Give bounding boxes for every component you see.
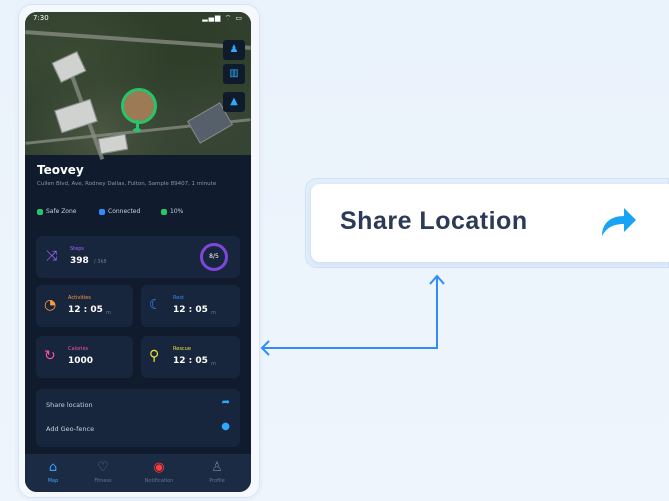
map-building [51, 51, 87, 83]
steps-progress-ring: 8/5 [200, 243, 228, 271]
calories-card[interactable]: ↻ Calories 1000 [36, 336, 133, 378]
safe-zone-status: Safe Zone [37, 208, 76, 215]
rescue-unit: m [211, 361, 216, 367]
map-view[interactable]: 7:30 ▂▄▆ ⌔ ▭ ♟ ▥ ▲ [25, 12, 251, 160]
navigate-icon[interactable]: ▲ [223, 92, 245, 112]
phone-screen: 7:30 ▂▄▆ ⌔ ▭ ♟ ▥ ▲ Teovey Cullen Blvd, A… [25, 12, 251, 492]
pin-dot [133, 128, 141, 132]
rest-value: 12 : 05 [173, 305, 208, 315]
pet-name: Teovey [37, 163, 84, 177]
steps-card[interactable]: ⤨ Steps 398 / 3k8 8/5 [36, 236, 240, 278]
nav-notification[interactable]: ◉ Notification [139, 460, 179, 484]
map-building [97, 133, 129, 155]
rescue-card[interactable]: ⚲ Rescue 12 : 05 m [141, 336, 240, 378]
nav-profile[interactable]: ♙ Profile [197, 460, 237, 484]
nav-notification-label: Notification [144, 478, 174, 484]
actions-menu: Share location ➦ Add Geo-fence ● [36, 389, 240, 447]
rescue-icon: ⚲ [149, 348, 160, 364]
activities-unit: m [106, 310, 111, 316]
share-location-label: Share location [46, 401, 93, 409]
bottom-nav: ⌂ Map ♡ Fitness ◉ Notification ♙ Profile [25, 454, 251, 492]
battery-icon [161, 208, 167, 215]
safe-zone-icon [37, 208, 43, 215]
nav-map[interactable]: ⌂ Map [33, 460, 73, 484]
signal-icon [99, 208, 105, 215]
calories-label: Calories [68, 346, 89, 352]
home-icon: ⌂ [48, 460, 58, 475]
user-icon[interactable]: ♟ [223, 40, 245, 60]
add-fence-icon: ● [221, 421, 230, 432]
profile-icon: ♙ [211, 460, 223, 475]
activities-value: 12 : 05 [68, 305, 103, 315]
pet-location-pin[interactable] [121, 88, 157, 132]
activities-label: Activities [68, 295, 91, 301]
share-icon: ➦ [221, 397, 230, 408]
rest-card[interactable]: ☾ Rest 12 : 05 m [141, 285, 240, 327]
nav-profile-label: Profile [209, 478, 225, 484]
connection-status: Connected [99, 208, 140, 215]
calories-icon: ↻ [44, 348, 56, 364]
rescue-label: Rescue [173, 346, 191, 352]
notification-icon: ◉ [153, 460, 165, 475]
add-geofence-label: Add Geo-fence [46, 425, 95, 433]
share-location-item[interactable]: Share location ➦ [36, 393, 240, 417]
map-layers-icon[interactable]: ▥ [223, 64, 245, 84]
fitness-icon: ♡ [97, 460, 109, 475]
steps-value: 398 [70, 256, 89, 266]
activities-card[interactable]: ◔ Activities 12 : 05 m [36, 285, 133, 327]
calories-value: 1000 [68, 356, 94, 366]
nav-map-label: Map [47, 478, 59, 484]
nav-fitness[interactable]: ♡ Fitness [83, 460, 123, 484]
battery-label: 10% [170, 208, 184, 215]
share-arrow-icon [602, 208, 636, 236]
steps-icon: ⤨ [46, 248, 58, 264]
rescue-value: 12 : 05 [173, 356, 208, 366]
callout-label: Share Location [340, 207, 528, 235]
status-time: 7:30 [33, 14, 49, 22]
pet-avatar [121, 88, 157, 124]
add-geofence-item[interactable]: Add Geo-fence ● [36, 417, 240, 441]
status-icons: ▂▄▆ ⌔ ▭ [202, 14, 243, 22]
status-bar: 7:30 ▂▄▆ ⌔ ▭ [25, 12, 251, 26]
connection-label: Connected [108, 208, 141, 215]
status-row: Safe Zone Connected 10% [37, 208, 237, 218]
rest-label: Rest [173, 295, 184, 301]
nav-fitness-label: Fitness [94, 478, 112, 484]
safe-zone-label: Safe Zone [46, 208, 77, 215]
rest-unit: m [211, 310, 216, 316]
steps-goal: / 3k8 [94, 259, 107, 265]
pet-address: Cullen Blvd, Ave, Rodney Dallas, Fulton,… [37, 181, 217, 187]
rest-icon: ☾ [149, 297, 162, 313]
steps-label: Steps [70, 246, 84, 252]
map-road [25, 30, 251, 50]
battery-status: 10% [161, 208, 183, 215]
timer-icon: ◔ [44, 297, 57, 313]
